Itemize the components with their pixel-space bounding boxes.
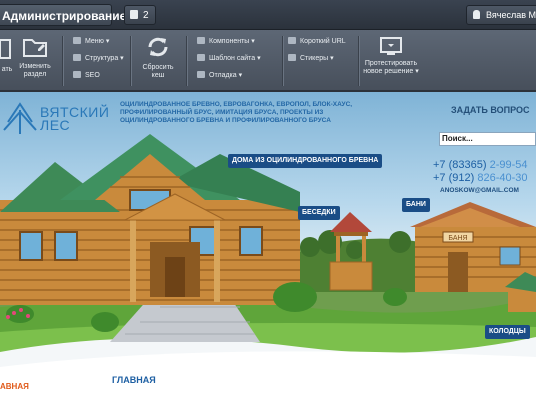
main-heading: ГЛАВНАЯ <box>112 375 156 385</box>
phone-1: +7 (83365) 2-99-54 <box>433 159 528 171</box>
email-link[interactable]: ANOSKOW@GMAIL.COM <box>440 187 519 194</box>
logo-icon <box>3 102 37 134</box>
test-solution-button[interactable]: Протестировать новое решение ▾ <box>360 36 422 76</box>
baths-label[interactable]: БАНИ <box>402 198 430 212</box>
seo-label: SEO <box>85 72 100 79</box>
phone-2-number: 826-40-30 <box>477 172 528 184</box>
structure-label: Структура <box>85 55 119 62</box>
debug-icon <box>197 71 205 78</box>
folder-icon <box>23 39 47 57</box>
menu-button[interactable]: Меню ▾ <box>73 37 109 46</box>
reset-cache-button[interactable]: Сбросить кеш <box>138 34 178 80</box>
administration-button[interactable]: Администрирование <box>0 4 126 26</box>
phone-1-code: +7 (83365) <box>433 159 487 171</box>
short-url-label: Короткий URL <box>300 38 346 45</box>
change-section-label: Изменить раздел <box>19 63 51 78</box>
edit-button[interactable]: ать <box>0 38 14 74</box>
user-icon <box>473 10 480 19</box>
components-button[interactable]: Компоненты ▾ <box>197 37 255 46</box>
site-template-label: Шаблон сайта <box>209 55 256 62</box>
banya-sign-text: БАНЯ <box>448 235 467 242</box>
notifications-count: 2 <box>143 10 149 21</box>
toolbar-divider <box>186 36 187 86</box>
site-tagline: ОЦИЛИНДРОВАННОЕ БРЕВНО, ЕВРОВАГОНКА, ЕВР… <box>120 101 353 125</box>
change-section-button[interactable]: Изменить раздел <box>16 35 54 79</box>
debug-label: Отладка <box>209 72 237 79</box>
phone-1-number: 2-99-54 <box>489 159 528 171</box>
structure-icon <box>73 54 81 61</box>
user-menu-button[interactable]: Вячеслав Мас <box>466 5 536 25</box>
site-logo[interactable]: ВЯТСКИЙ ЛЕС <box>40 105 109 133</box>
menu-icon <box>73 37 81 44</box>
components-label: Компоненты <box>209 38 250 45</box>
logo-text-line2: ЛЕС <box>40 117 71 133</box>
sidebar-link-main[interactable]: АВНАЯ <box>0 382 29 391</box>
toolbar-divider <box>130 36 131 86</box>
phone-2-code: +7 (912) <box>433 172 475 184</box>
ask-question-link[interactable]: ЗАДАТЬ ВОПРОС <box>451 105 530 115</box>
edit-icon <box>0 39 11 59</box>
monitor-icon <box>380 37 402 55</box>
search-input[interactable]: Поиск... <box>439 132 536 146</box>
wells-label[interactable]: КОЛОДЦЫ <box>485 325 530 339</box>
stickers-label: Стикеры <box>300 55 329 62</box>
test-solution-label: Протестировать новое решение <box>363 60 418 75</box>
seo-button[interactable]: SEO <box>73 71 100 80</box>
notifications-button[interactable]: 2 <box>124 5 156 25</box>
link-icon <box>288 37 296 44</box>
admin-top-bar: Администрирование 2 Вячеслав Мас <box>0 0 536 30</box>
toolbar-divider <box>358 36 359 86</box>
seo-icon <box>73 71 81 78</box>
page: Администрирование 2 Вячеслав Мас ать Изм… <box>0 0 536 402</box>
menu-label: Меню <box>85 38 104 45</box>
user-name: Вячеслав Мас <box>486 10 536 20</box>
site-template-button[interactable]: Шаблон сайта ▾ <box>197 54 261 63</box>
reset-cache-label: Сбросить кеш <box>142 64 174 79</box>
short-url-button[interactable]: Короткий URL <box>288 37 346 46</box>
components-icon <box>197 37 205 44</box>
template-icon <box>197 54 205 61</box>
debug-button[interactable]: Отладка ▾ <box>197 71 242 80</box>
toolbar-divider <box>282 36 283 86</box>
notification-icon <box>130 10 138 19</box>
gazebos-label[interactable]: БЕСЕДКИ <box>298 206 340 220</box>
admin-toolbar: ать Изменить раздел Меню ▾ Структура ▾ S… <box>0 30 536 92</box>
stickers-button[interactable]: Стикеры ▾ <box>288 54 334 63</box>
refresh-icon <box>148 37 168 57</box>
edit-label: ать <box>1 66 13 73</box>
toolbar-divider <box>62 36 63 86</box>
structure-button[interactable]: Структура ▾ <box>73 54 124 63</box>
sticker-icon <box>288 54 296 61</box>
houses-label[interactable]: ДОМА ИЗ ОЦИЛИНДРОВАННОГО БРЕВНА <box>228 154 383 168</box>
phone-2: +7 (912) 826-40-30 <box>433 172 528 184</box>
